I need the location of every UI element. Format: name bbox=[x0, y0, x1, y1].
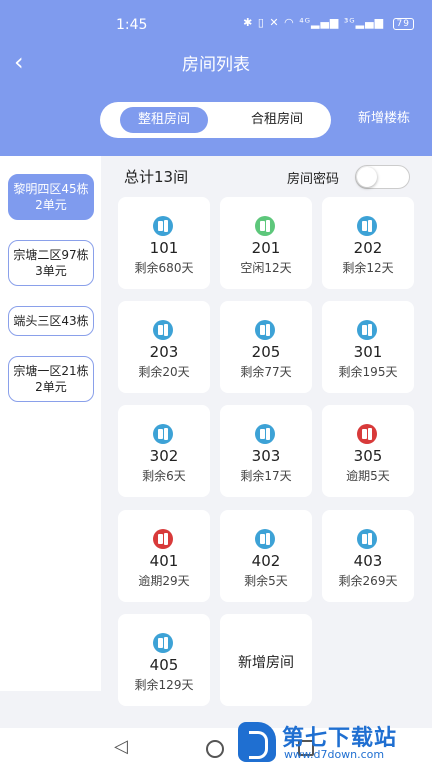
room-status: 剩余17天 bbox=[240, 469, 292, 483]
room-card[interactable]: 401 逾期29天 bbox=[118, 510, 210, 602]
door-icon bbox=[255, 216, 275, 236]
building-item-3[interactable]: 端头三区43栋 bbox=[8, 306, 94, 336]
door-icon bbox=[153, 529, 173, 549]
status-icons: ✱ ▯ ✕ ◠ ⁴ᴳ▂▄▆ ³ᴳ▂▄▆ 79 bbox=[243, 16, 414, 30]
door-icon bbox=[153, 633, 173, 653]
room-status: 空闲12天 bbox=[240, 261, 292, 275]
building-sidebar: 黎明四区45栋2单元 宗塘二区97栋3单元 端头三区43栋 宗塘一区21栋2单元 bbox=[0, 156, 101, 691]
door-icon bbox=[255, 320, 275, 340]
room-status: 剩余129天 bbox=[134, 678, 194, 692]
room-status: 剩余6天 bbox=[142, 469, 186, 483]
add-room-button[interactable]: 新增房间 bbox=[220, 614, 312, 706]
room-card[interactable]: 201 空闲12天 bbox=[220, 197, 312, 289]
door-icon bbox=[255, 424, 275, 444]
room-card[interactable]: 203 剩余20天 bbox=[118, 301, 210, 393]
room-card[interactable]: 301 剩余195天 bbox=[322, 301, 414, 393]
room-number: 203 bbox=[149, 343, 179, 361]
rental-type-switch: 整租房间 合租房间 bbox=[100, 102, 331, 138]
room-status: 剩余269天 bbox=[338, 574, 398, 588]
toggle-knob bbox=[357, 167, 377, 187]
room-status: 剩余195天 bbox=[338, 365, 398, 379]
door-icon bbox=[153, 424, 173, 444]
room-card[interactable]: 205 剩余77天 bbox=[220, 301, 312, 393]
room-number: 101 bbox=[149, 239, 179, 257]
room-total: 总计13间 bbox=[124, 168, 189, 186]
room-number: 202 bbox=[353, 239, 383, 257]
room-number: 305 bbox=[353, 447, 383, 465]
room-status: 剩余77天 bbox=[240, 365, 292, 379]
watermark: 第七下载站 www.d7down.com bbox=[236, 716, 432, 768]
room-card[interactable]: 402 剩余5天 bbox=[220, 510, 312, 602]
room-number: 301 bbox=[353, 343, 383, 361]
room-number: 402 bbox=[251, 552, 281, 570]
building-item-1[interactable]: 黎明四区45栋2单元 bbox=[8, 174, 94, 220]
room-password-toggle[interactable] bbox=[355, 165, 410, 189]
door-icon bbox=[153, 216, 173, 236]
room-card[interactable]: 302 剩余6天 bbox=[118, 405, 210, 497]
building-item-2[interactable]: 宗塘二区97栋3单元 bbox=[8, 240, 94, 286]
watermark-url: www.d7down.com bbox=[284, 748, 385, 761]
room-card[interactable]: 305 逾期5天 bbox=[322, 405, 414, 497]
page-title: 房间列表 bbox=[182, 55, 250, 75]
room-status: 剩余5天 bbox=[244, 574, 288, 588]
signal-icons: ✱ ▯ ✕ ◠ ⁴ᴳ▂▄▆ ³ᴳ▂▄▆ bbox=[243, 16, 385, 29]
room-number: 201 bbox=[251, 239, 281, 257]
room-status: 剩余12天 bbox=[342, 261, 394, 275]
door-icon bbox=[255, 529, 275, 549]
room-number: 302 bbox=[149, 447, 179, 465]
status-time: 1:45 bbox=[116, 17, 148, 33]
room-card[interactable]: 101 剩余680天 bbox=[118, 197, 210, 289]
room-status: 逾期29天 bbox=[138, 574, 190, 588]
building-item-4[interactable]: 宗塘一区21栋2单元 bbox=[8, 356, 94, 402]
battery-icon: 79 bbox=[392, 18, 414, 30]
door-icon bbox=[357, 320, 377, 340]
watermark-logo-icon bbox=[238, 722, 276, 762]
room-card[interactable]: 405 剩余129天 bbox=[118, 614, 210, 706]
room-status: 剩余20天 bbox=[138, 365, 190, 379]
door-icon bbox=[357, 424, 377, 444]
room-password-label: 房间密码 bbox=[287, 172, 340, 187]
room-number: 303 bbox=[251, 447, 281, 465]
room-status: 剩余680天 bbox=[134, 261, 194, 275]
add-building-button[interactable]: 新增楼栋 bbox=[358, 107, 410, 126]
door-icon bbox=[153, 320, 173, 340]
nav-back-icon[interactable]: ◁ bbox=[114, 736, 128, 757]
room-card[interactable]: 303 剩余17天 bbox=[220, 405, 312, 497]
room-status: 逾期5天 bbox=[346, 469, 390, 483]
door-icon bbox=[357, 216, 377, 236]
status-bar: 1:45 ✱ ▯ ✕ ◠ ⁴ᴳ▂▄▆ ³ᴳ▂▄▆ 79 bbox=[0, 0, 432, 50]
room-card[interactable]: 202 剩余12天 bbox=[322, 197, 414, 289]
room-number: 401 bbox=[149, 552, 179, 570]
tab-shared-rent[interactable]: 合租房间 bbox=[232, 107, 322, 133]
room-number: 205 bbox=[251, 343, 281, 361]
room-number: 405 bbox=[149, 656, 179, 674]
room-number: 403 bbox=[353, 552, 383, 570]
door-icon bbox=[357, 529, 377, 549]
nav-home-icon[interactable] bbox=[206, 740, 224, 758]
add-room-label: 新增房间 bbox=[238, 655, 294, 671]
tab-whole-rent[interactable]: 整租房间 bbox=[120, 107, 208, 133]
room-card[interactable]: 403 剩余269天 bbox=[322, 510, 414, 602]
